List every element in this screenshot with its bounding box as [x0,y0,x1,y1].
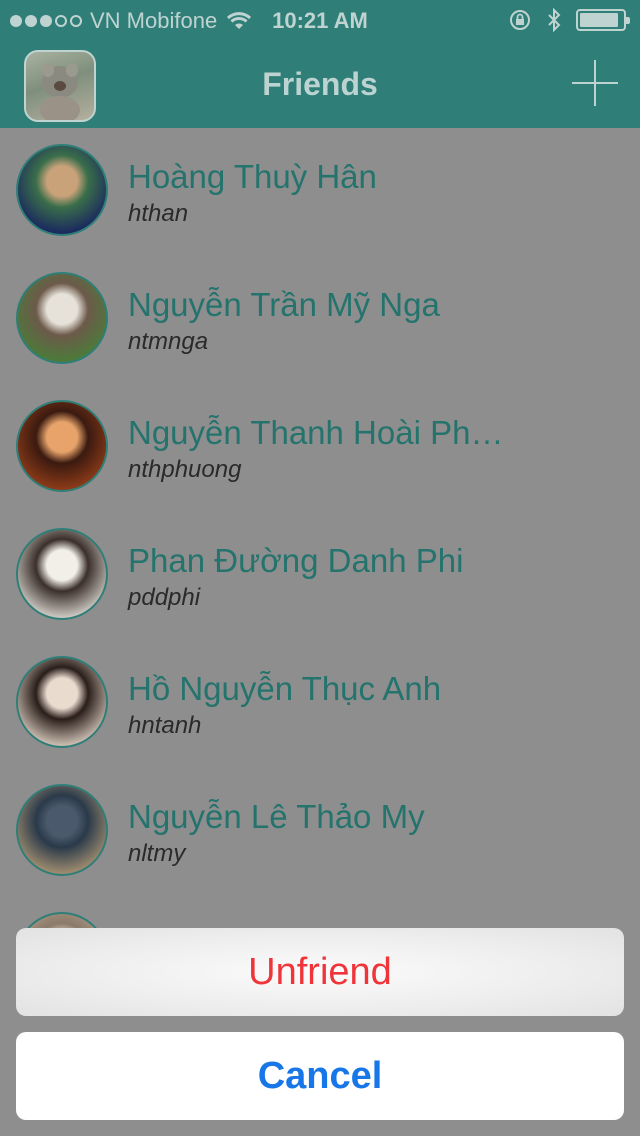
nav-bar: Friends [0,40,640,128]
status-bar: VN Mobifone 10:21 AM [0,0,640,40]
header: VN Mobifone 10:21 AM Friends [0,0,640,128]
status-right [508,8,630,32]
friend-list-item[interactable]: Nguyễn Thanh Hoài Ph… nthphuong [0,384,640,512]
bluetooth-icon [548,8,561,32]
friend-avatar [16,784,108,876]
wifi-icon [227,12,252,29]
status-left: VN Mobifone [10,8,252,34]
friend-username: hthan [128,200,189,227]
friend-username: ntmnga [128,328,209,355]
friend-username: pddphi [128,584,201,611]
action-sheet: Unfriend Cancel [16,928,624,1120]
friend-name: Nguyễn Lê Thảo My [128,798,425,835]
friend-name: Nguyễn Trần Mỹ Nga [128,286,440,323]
friend-avatar [16,528,108,620]
friend-name: Phan Đường Danh Phi [128,542,464,579]
friend-list-item[interactable]: Hồ Nguyễn Thục Anh hntanh [0,640,640,768]
unfriend-button[interactable]: Unfriend [16,928,624,1016]
add-friend-button[interactable] [572,60,618,106]
friend-username: nltmy [128,840,186,867]
page-title: Friends [262,66,378,102]
battery-icon [576,9,630,31]
friend-name: Hồ Nguyễn Thục Anh [128,670,442,707]
friend-avatar [16,144,108,236]
friend-list-item[interactable]: Nguyễn Lê Thảo My nltmy [0,768,640,896]
friend-username: hntanh [128,712,202,739]
signal-strength-icon [10,15,82,27]
rotation-lock-icon [510,10,530,30]
friend-name: Nguyễn Thanh Hoài Ph… [128,414,504,451]
cancel-button[interactable]: Cancel [16,1032,624,1120]
friend-username: nthphuong [128,456,242,483]
friend-avatar [16,400,108,492]
friend-avatar [16,272,108,364]
friend-name: Hoàng Thuỳ Hân [128,158,377,195]
friend-list-item[interactable]: Nguyễn Trần Mỹ Nga ntmnga [0,256,640,384]
friend-list-item[interactable]: Hoàng Thuỳ Hân hthan [0,128,640,256]
carrier-name: VN Mobifone [90,8,218,33]
friend-avatar [16,656,108,748]
friend-list-item[interactable]: Phan Đường Danh Phi pddphi [0,512,640,640]
friends-list: Hoàng Thuỳ Hân hthan Nguyễn Trần Mỹ Nga ntm… [0,128,640,1024]
